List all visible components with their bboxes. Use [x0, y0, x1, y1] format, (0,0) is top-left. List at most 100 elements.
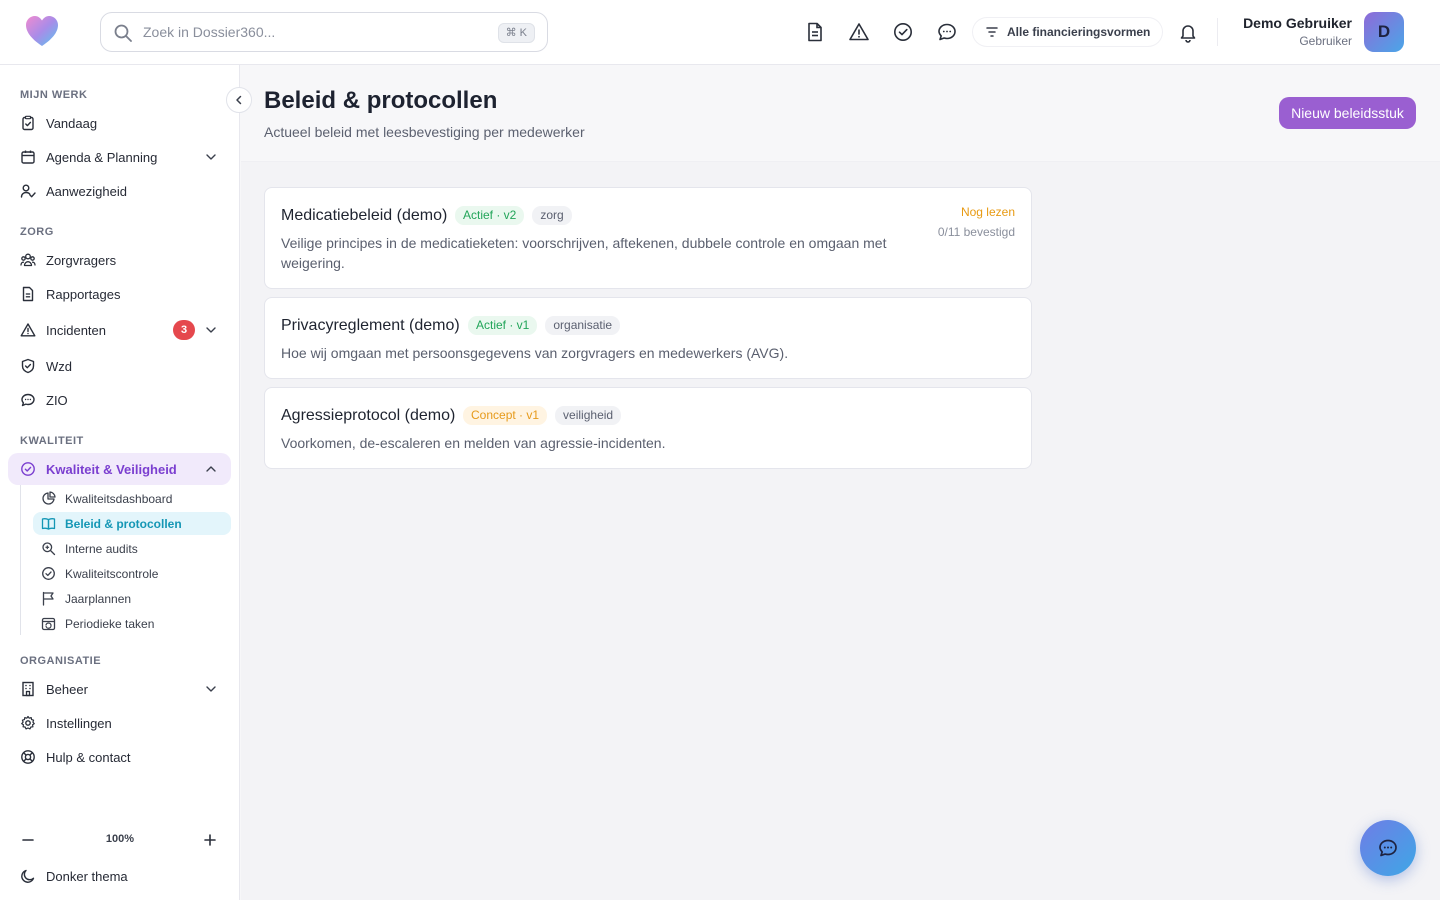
flag-icon [42, 591, 54, 606]
lifebuoy-icon [21, 750, 35, 764]
chat-icon [21, 393, 35, 407]
financing-filter-button[interactable]: Alle financieringsvormen [973, 18, 1163, 46]
bell-icon[interactable] [1177, 21, 1199, 43]
sidebar-subitem-label: Interne audits [65, 542, 138, 556]
sidebar-item-label: Wzd [46, 359, 72, 374]
sidebar-item-label: Hulp & contact [46, 750, 131, 765]
check-circle-icon [42, 567, 55, 580]
users-icon [20, 253, 36, 267]
sidebar-subitem-label: Jaarplannen [65, 592, 132, 606]
search-input[interactable]: Zoek in Dossier360... ⌘ K [100, 12, 548, 52]
sidebar-item-aanwezigheid[interactable]: Aanwezigheid [8, 175, 231, 207]
policy-title[interactable]: Privacyreglement (demo) [281, 317, 460, 335]
gear-icon [21, 715, 35, 730]
sidebar-item-hulp[interactable]: Hulp & contact [8, 741, 231, 773]
new-policy-button[interactable]: Nieuw beleidsstuk [1279, 97, 1416, 129]
incidents-count-badge: 3 [173, 320, 195, 340]
dark-theme-label: Donker thema [46, 869, 128, 884]
financing-filter-label: Alle financieringsvormen [1007, 25, 1151, 39]
sidebar-subitem-kwaliteitsdashboard[interactable]: Kwaliteitsdashboard [33, 487, 231, 510]
policy-description: Veilige principes in de medicatieketen: … [281, 235, 887, 271]
avatar[interactable]: D [1364, 12, 1404, 52]
chevron-down-icon[interactable] [205, 151, 217, 163]
user-role: Gebruiker [1299, 34, 1352, 48]
search-placeholder: Zoek in Dossier360... [143, 24, 276, 40]
shield-check-icon [21, 358, 35, 374]
sidebar-item-zio[interactable]: ZIO [8, 384, 231, 416]
policy-card[interactable]: Agressieprotocol (demo) Concept · v1 vei… [264, 387, 1032, 469]
top-bar: Zoek in Dossier360... ⌘ K Alle financier… [0, 0, 1440, 65]
read-status: Nog lezen [960, 205, 1015, 219]
zoom-control: 100% [0, 824, 240, 854]
sidebar-item-incidenten[interactable]: Incidenten 3 [8, 314, 231, 346]
calendar-repeat-icon [41, 617, 56, 631]
moon-icon [21, 869, 35, 883]
dark-theme-toggle[interactable]: Donker thema [8, 860, 231, 892]
sidebar-item-rapportages[interactable]: Rapportages [8, 278, 231, 310]
chat-support-button[interactable] [1360, 820, 1416, 876]
chevron-down-icon[interactable] [205, 683, 217, 695]
sidebar-subitem-label: Beleid & protocollen [65, 517, 182, 531]
clipboard-check-icon [22, 115, 34, 131]
policy-title[interactable]: Medicatiebeleid (demo) [281, 207, 447, 225]
chevron-left-icon [236, 95, 242, 105]
policy-card[interactable]: Medicatiebeleid (demo) Actief · v2 zorg … [264, 187, 1032, 289]
sidebar-item-label: Beheer [46, 682, 88, 697]
document-icon[interactable] [804, 21, 826, 43]
calendar-icon [21, 150, 35, 164]
user-check-icon [20, 184, 36, 198]
sidebar-item-label: Instellingen [46, 716, 112, 731]
chevron-up-icon[interactable] [205, 463, 217, 475]
policy-category-tag: organisatie [545, 316, 621, 335]
submenu-guide-line [20, 485, 21, 635]
filter-icon [986, 27, 998, 37]
policy-status-tag: Actief · v1 [468, 316, 538, 335]
pie-chart-icon [42, 491, 56, 505]
document-icon [22, 286, 34, 302]
section-title-kwaliteit: KWALITEIT [20, 435, 84, 447]
collapse-sidebar-button[interactable] [226, 87, 252, 113]
policy-title[interactable]: Agressieprotocol (demo) [281, 407, 455, 425]
policy-status-tag: Actief · v2 [455, 206, 525, 225]
sidebar-item-label: Zorgvragers [46, 253, 117, 268]
chat-icon [1379, 839, 1397, 857]
sidebar-subitem-audits[interactable]: Interne audits [33, 537, 231, 560]
sidebar-item-zorgvragers[interactable]: Zorgvragers [8, 244, 231, 276]
sidebar-subitem-periodieke[interactable]: Periodieke taken [33, 612, 231, 635]
warning-icon[interactable] [848, 21, 870, 43]
sidebar-item-label: Agenda & Planning [46, 150, 158, 165]
policy-tags: Actief · v1 organisatie [468, 316, 621, 335]
building-icon [22, 681, 34, 697]
policy-tags: Actief · v2 zorg [455, 206, 572, 225]
sidebar-item-vandaag[interactable]: Vandaag [8, 107, 231, 139]
sidebar-item-kwaliteit-veiligheid[interactable]: Kwaliteit & Veiligheid [8, 453, 231, 485]
page-subtitle: Actueel beleid met leesbevestiging per m… [264, 124, 585, 140]
section-title-zorg: ZORG [20, 226, 54, 238]
sidebar-item-agenda[interactable]: Agenda & Planning [8, 141, 231, 173]
plus-icon[interactable] [202, 832, 218, 848]
policy-tags: Concept · v1 veiligheid [463, 406, 622, 425]
search-icon [114, 24, 132, 42]
page-title: Beleid & protocollen [264, 87, 498, 114]
section-title-organisatie: ORGANISATIE [20, 655, 102, 667]
user-name[interactable]: Demo Gebruiker [1243, 15, 1352, 31]
sidebar-item-beheer[interactable]: Beheer [8, 673, 231, 705]
sidebar-item-wzd[interactable]: Wzd [8, 350, 231, 382]
chevron-down-icon[interactable] [205, 324, 217, 336]
sidebar-item-label: Rapportages [46, 287, 121, 302]
chat-icon[interactable] [936, 21, 958, 43]
sidebar-item-label: Incidenten [46, 323, 106, 338]
sidebar-subitem-kwaliteitscontrole[interactable]: Kwaliteitscontrole [33, 562, 231, 585]
heart-logo-icon[interactable] [24, 14, 60, 50]
search-shortcut: ⌘ K [497, 23, 535, 43]
topbar-divider [1217, 18, 1218, 46]
sidebar-subitem-jaarplannen[interactable]: Jaarplannen [33, 587, 231, 610]
policy-card[interactable]: Privacyreglement (demo) Actief · v1 orga… [264, 297, 1032, 379]
policy-category-tag: veiligheid [555, 406, 622, 425]
policy-category-tag: zorg [532, 206, 572, 225]
check-circle-icon[interactable] [892, 21, 914, 43]
sidebar-item-label: Kwaliteit & Veiligheid [46, 462, 177, 477]
sidebar-item-instellingen[interactable]: Instellingen [8, 707, 231, 739]
sidebar-subitem-beleid[interactable]: Beleid & protocollen [33, 512, 231, 535]
sidebar-subitem-label: Kwaliteitscontrole [65, 567, 159, 581]
